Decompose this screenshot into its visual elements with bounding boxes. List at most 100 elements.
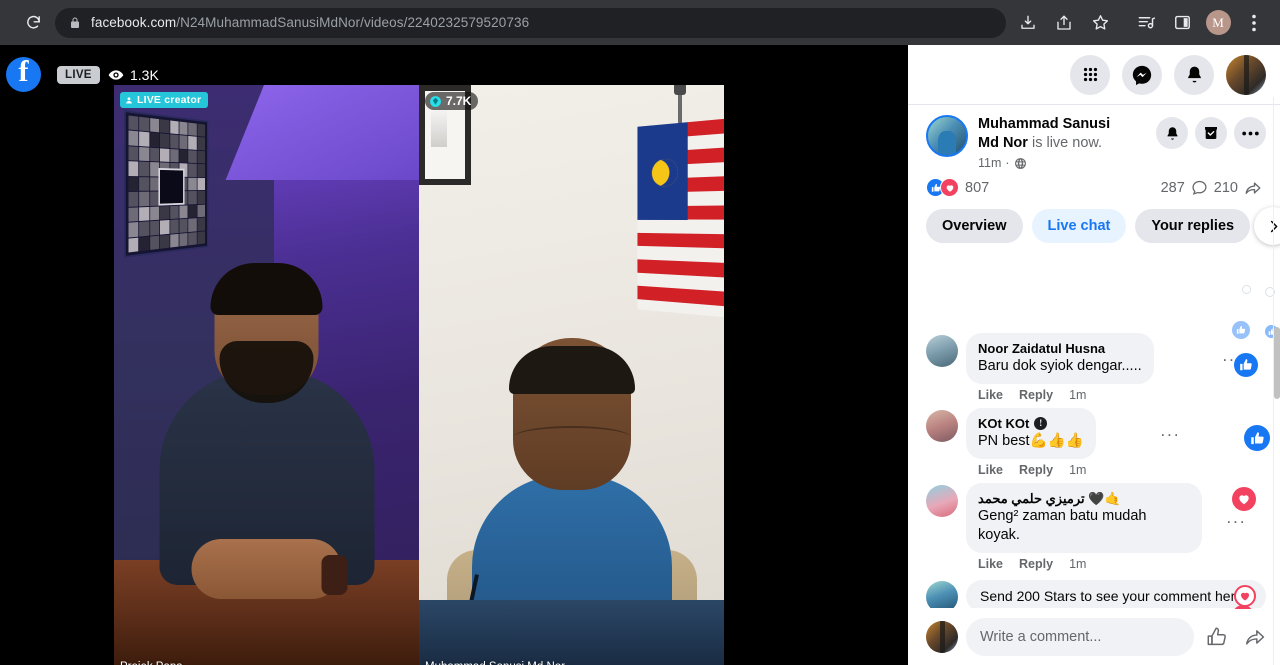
avatar[interactable]: [926, 581, 958, 608]
comment-text: Geng² zaman batu mudah koyak.: [978, 508, 1147, 543]
reactions-count: 807: [965, 179, 990, 196]
url-path: /N24MuhammadSanusiMdNor/videos/224023257…: [176, 15, 530, 30]
video-panel-left[interactable]: LIVE creator Projek Papa: [114, 85, 419, 665]
comment-text: Baru dok syiok dengar.....: [978, 358, 1142, 374]
user-avatar[interactable]: [1226, 54, 1266, 95]
url-text: facebook.com/N24MuhammadSanusiMdNor/vide…: [91, 15, 529, 30]
side-panel-icon[interactable]: [1166, 7, 1198, 39]
reaction-icon-group[interactable]: 807: [926, 178, 989, 197]
download-icon[interactable]: [1012, 7, 1044, 39]
comment-author-name: Noor Zaidatul Husna: [978, 341, 1106, 356]
avatar[interactable]: [926, 485, 958, 517]
comment-author-name: ترميزي حلمي محمد 🖤🤙: [978, 491, 1121, 506]
more-options-icon[interactable]: ···: [1226, 513, 1246, 530]
right-participant-hair: [508, 346, 635, 394]
scrollbar-thumb[interactable]: [1274, 327, 1280, 399]
comments-count: 287: [1160, 179, 1185, 196]
avatar[interactable]: [926, 335, 958, 367]
right-participant-glasses: [513, 426, 630, 448]
facebook-side-panel: Muhammad Sanusi Md Nor is live now. 11m …: [908, 45, 1280, 665]
browser-toolbar: facebook.com/N24MuhammadSanusiMdNor/vide…: [0, 0, 1280, 45]
comment-like-button[interactable]: Like: [978, 557, 1003, 571]
heart-reaction-icon: [940, 178, 959, 197]
live-creator-label: LIVE creator: [137, 94, 202, 106]
post-author-name: Muhammad Sanusi Md Nor is live now.: [978, 115, 1146, 153]
comment-input[interactable]: [966, 618, 1194, 656]
left-participant-name: Projek Papa: [120, 661, 183, 665]
left-participant: [159, 255, 374, 599]
bell-icon[interactable]: [1156, 117, 1188, 149]
comment-reply-button[interactable]: Reply: [1019, 388, 1053, 402]
comment-bubble: KOt KOt ! PN best💪👍👍: [966, 408, 1096, 459]
facebook-header-bar: [908, 45, 1280, 105]
comment-reply-button[interactable]: Reply: [1019, 557, 1053, 571]
messenger-icon[interactable]: [1122, 54, 1162, 95]
address-bar[interactable]: facebook.com/N24MuhammadSanusiMdNor/vide…: [55, 7, 1006, 38]
post-timestamp-row: 11m ·: [978, 156, 1146, 170]
author-line-2: Md Nor: [978, 135, 1028, 151]
three-dot-menu-icon[interactable]: [1238, 7, 1270, 39]
facebook-logo[interactable]: f: [6, 57, 41, 92]
meta-dot: ·: [1005, 156, 1010, 170]
save-box-icon[interactable]: [1195, 117, 1227, 149]
left-participant-watch: [321, 555, 348, 595]
heart-outline-icon[interactable]: [1234, 585, 1256, 607]
more-options-icon[interactable]: [1234, 117, 1266, 149]
bookmark-star-icon[interactable]: [1084, 7, 1116, 39]
flag-canton: [637, 122, 688, 221]
post-header-actions: [1156, 115, 1266, 149]
tab-overview[interactable]: Overview: [926, 209, 1023, 243]
wall-art-center: [158, 168, 185, 206]
reading-list-icon[interactable]: [1130, 7, 1162, 39]
comment-bubble-icon[interactable]: [1191, 179, 1208, 196]
comment-actions: Like Reply 1m: [966, 384, 1266, 402]
tab-your-replies[interactable]: Your replies: [1135, 209, 1251, 243]
comment-content: Noor Zaidatul Husna Baru dok syiok denga…: [966, 333, 1266, 402]
live-video-player[interactable]: LIVE creator Projek Papa: [114, 85, 724, 665]
avatar[interactable]: [926, 410, 958, 442]
author-avatar[interactable]: [926, 115, 968, 157]
comment-author-name: KOt KOt: [978, 416, 1030, 431]
notifications-bell-icon[interactable]: [1174, 54, 1214, 95]
browser-profile-avatar[interactable]: M: [1202, 7, 1234, 39]
left-participant-hands: [191, 539, 348, 599]
post-stats-row: 807 287 210: [908, 170, 1280, 201]
browser-action-icons: M: [1010, 7, 1272, 39]
right-participant-head: [508, 338, 635, 490]
gem-count-label: 7.7K: [446, 94, 472, 108]
send-stars-row[interactable]: Send 200 Stars to see your comment here.: [908, 573, 1280, 608]
video-panel-right[interactable]: 7.7K Muhammad Sanusi Md Nor: [419, 85, 724, 665]
list-item: ترميزي حلمي محمد 🖤🤙 Geng² zaman batu mud…: [908, 479, 1280, 573]
comment-author[interactable]: Noor Zaidatul Husna: [978, 340, 1142, 357]
thumbs-up-outline-icon[interactable]: [1202, 622, 1232, 652]
shares-count: 210: [1213, 179, 1238, 196]
reload-icon[interactable]: [18, 8, 48, 38]
globe-icon: [1014, 157, 1027, 170]
comment-author[interactable]: ترميزي حلمي محمد 🖤🤙: [978, 490, 1190, 507]
comment-author[interactable]: KOt KOt !: [978, 415, 1084, 432]
comments-scrollbar[interactable]: [1274, 97, 1280, 665]
share-icon[interactable]: [1048, 7, 1080, 39]
page-body: f LIVE 1.3K LIVE creator 7.7K Muhammad S…: [0, 45, 1280, 665]
live-chat-comment-list[interactable]: Noor Zaidatul Husna Baru dok syiok denga…: [908, 323, 1280, 608]
comment-like-button[interactable]: Like: [978, 388, 1003, 402]
url-domain: facebook.com: [91, 15, 177, 30]
gem-count-badge: 7.7K: [425, 92, 479, 110]
comment-content: KOt KOt ! PN best💪👍👍 Like Reply 1m: [966, 408, 1266, 477]
floating-reaction-ghost: [1242, 285, 1251, 294]
more-options-icon[interactable]: ···: [1160, 426, 1180, 443]
left-scene-background: [114, 85, 419, 665]
tab-live-chat[interactable]: Live chat: [1031, 209, 1127, 243]
right-scene-background: [419, 85, 724, 665]
more-options-icon[interactable]: ···: [1222, 351, 1242, 368]
grid-menu-icon[interactable]: [1070, 54, 1110, 95]
comment-reply-button[interactable]: Reply: [1019, 463, 1053, 477]
share-outline-icon[interactable]: [1240, 622, 1270, 652]
list-item: KOt KOt ! PN best💪👍👍 Like Reply 1m ···: [908, 404, 1280, 479]
share-arrow-icon[interactable]: [1244, 179, 1262, 197]
avatar[interactable]: [926, 621, 958, 653]
author-line-1: Muhammad Sanusi: [978, 116, 1111, 132]
post-time: 11m: [978, 156, 1002, 170]
comment-like-button[interactable]: Like: [978, 463, 1003, 477]
live-badge: LIVE: [57, 66, 100, 84]
